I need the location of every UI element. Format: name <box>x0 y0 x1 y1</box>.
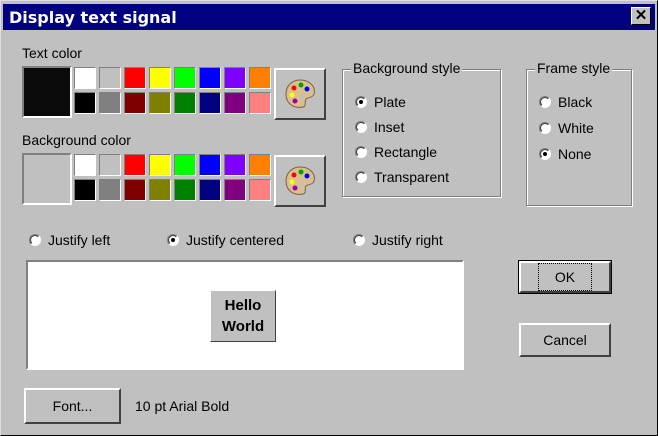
background-color-palette-button[interactable] <box>274 155 326 207</box>
radio-button[interactable] <box>539 122 551 134</box>
background-style-group: Background style Plate Inset Rectangle T… <box>342 60 501 197</box>
radio-button[interactable] <box>539 96 551 108</box>
cancel-button[interactable]: Cancel <box>519 323 611 357</box>
radio-justify-left[interactable]: Justify left <box>29 232 110 248</box>
color-swatch[interactable] <box>99 92 121 114</box>
radio-justify-right[interactable]: Justify right <box>353 232 443 248</box>
text-color-current-swatch <box>22 66 72 118</box>
radio-justify-centered[interactable]: Justify centered <box>167 232 284 248</box>
sample-line-2: World <box>221 318 265 335</box>
close-icon: ✕ <box>634 7 648 24</box>
radio-button[interactable] <box>355 121 367 133</box>
color-swatch[interactable] <box>124 67 146 89</box>
frame-style-title: Frame style <box>535 60 613 76</box>
color-swatch[interactable] <box>99 179 121 201</box>
color-swatch[interactable] <box>99 154 121 176</box>
color-swatch[interactable] <box>124 154 146 176</box>
radio-plate[interactable]: Plate <box>355 94 406 110</box>
radio-black[interactable]: Black <box>539 94 592 110</box>
background-color-current-swatch <box>22 153 72 205</box>
color-swatch[interactable] <box>149 154 171 176</box>
ok-button[interactable]: OK <box>518 260 612 294</box>
palette-icon <box>285 166 315 195</box>
close-button[interactable]: ✕ <box>631 7 651 25</box>
ok-button-label: OK <box>537 263 593 291</box>
background-color-label: Background color <box>22 132 131 148</box>
color-swatch[interactable] <box>199 154 221 176</box>
text-color-label: Text color <box>22 45 82 61</box>
color-swatch[interactable] <box>74 67 96 89</box>
radio-button[interactable] <box>355 96 367 108</box>
color-swatch[interactable] <box>149 179 171 201</box>
radio-inset[interactable]: Inset <box>355 119 404 135</box>
text-color-palette-button[interactable] <box>274 68 326 120</box>
sample-line-1: Hello <box>224 297 262 314</box>
color-swatch[interactable] <box>149 92 171 114</box>
color-swatch[interactable] <box>174 67 196 89</box>
color-swatch[interactable] <box>74 179 96 201</box>
color-swatch[interactable] <box>99 67 121 89</box>
color-swatch[interactable] <box>249 67 271 89</box>
color-swatch[interactable] <box>74 92 96 114</box>
radio-white[interactable]: White <box>539 120 594 136</box>
font-button[interactable]: Font... <box>24 388 121 424</box>
sample-signal: Hello World <box>210 290 276 342</box>
color-swatch[interactable] <box>124 179 146 201</box>
color-swatch[interactable] <box>124 92 146 114</box>
color-swatch[interactable] <box>224 92 246 114</box>
radio-button[interactable] <box>29 234 41 246</box>
color-swatch[interactable] <box>249 154 271 176</box>
color-swatch[interactable] <box>249 92 271 114</box>
color-swatch[interactable] <box>174 92 196 114</box>
font-description: 10 pt Arial Bold <box>135 398 230 414</box>
preview-area: Hello World <box>26 260 464 370</box>
title-bar[interactable]: Display text signal ✕ <box>3 4 655 30</box>
dialog-window: Display text signal ✕ Text color Backgro… <box>0 0 658 436</box>
color-swatch[interactable] <box>174 154 196 176</box>
radio-button[interactable] <box>539 148 551 160</box>
color-swatch[interactable] <box>224 154 246 176</box>
radio-button[interactable] <box>355 171 367 183</box>
color-swatch[interactable] <box>224 67 246 89</box>
radio-button[interactable] <box>167 234 179 246</box>
frame-style-group: Frame style Black White None <box>526 60 632 206</box>
background-style-title: Background style <box>351 60 463 76</box>
color-swatch[interactable] <box>174 179 196 201</box>
radio-transparent[interactable]: Transparent <box>355 169 449 185</box>
color-swatch[interactable] <box>224 179 246 201</box>
color-swatch[interactable] <box>249 179 271 201</box>
radio-button[interactable] <box>355 146 367 158</box>
color-swatch[interactable] <box>149 67 171 89</box>
color-swatch[interactable] <box>199 92 221 114</box>
radio-button[interactable] <box>353 234 365 246</box>
color-swatch[interactable] <box>199 67 221 89</box>
window-title: Display text signal <box>9 8 177 27</box>
color-swatch[interactable] <box>199 179 221 201</box>
radio-none[interactable]: None <box>539 146 591 162</box>
radio-rectangle[interactable]: Rectangle <box>355 144 437 160</box>
color-swatch[interactable] <box>74 154 96 176</box>
palette-icon <box>285 79 315 108</box>
